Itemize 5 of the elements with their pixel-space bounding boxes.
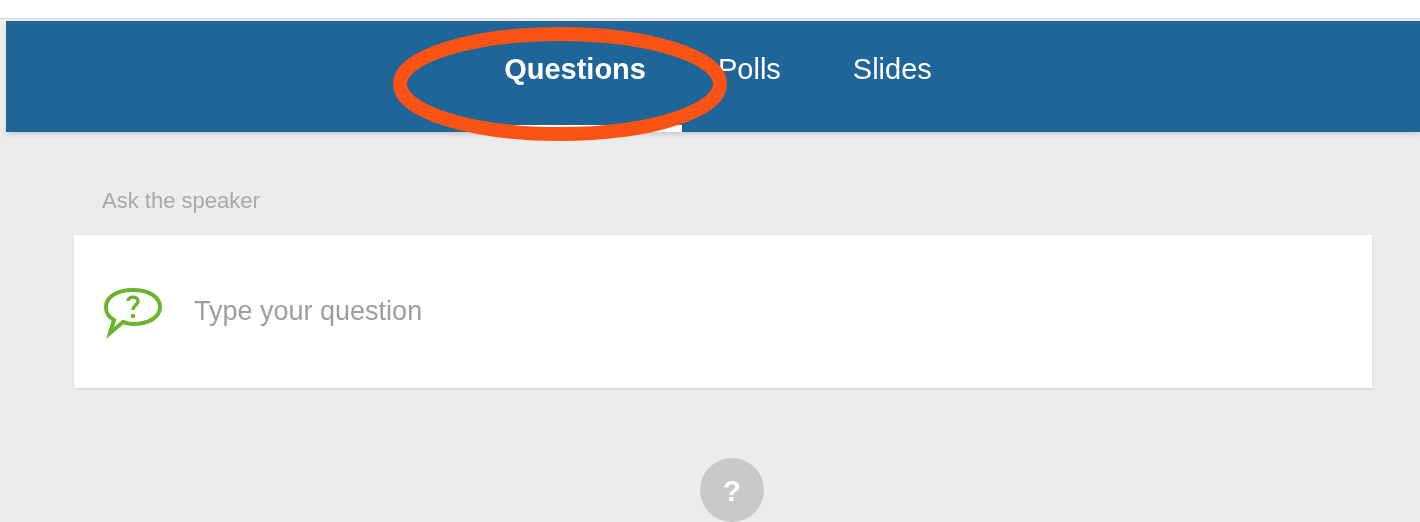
tab[interactable]: Slides bbox=[816, 21, 968, 133]
tab[interactable]: Questions bbox=[468, 21, 682, 133]
question-field[interactable]: Type your question bbox=[194, 291, 1344, 332]
help-icon: ? bbox=[700, 458, 764, 522]
section-label: Ask the speaker bbox=[102, 187, 260, 216]
